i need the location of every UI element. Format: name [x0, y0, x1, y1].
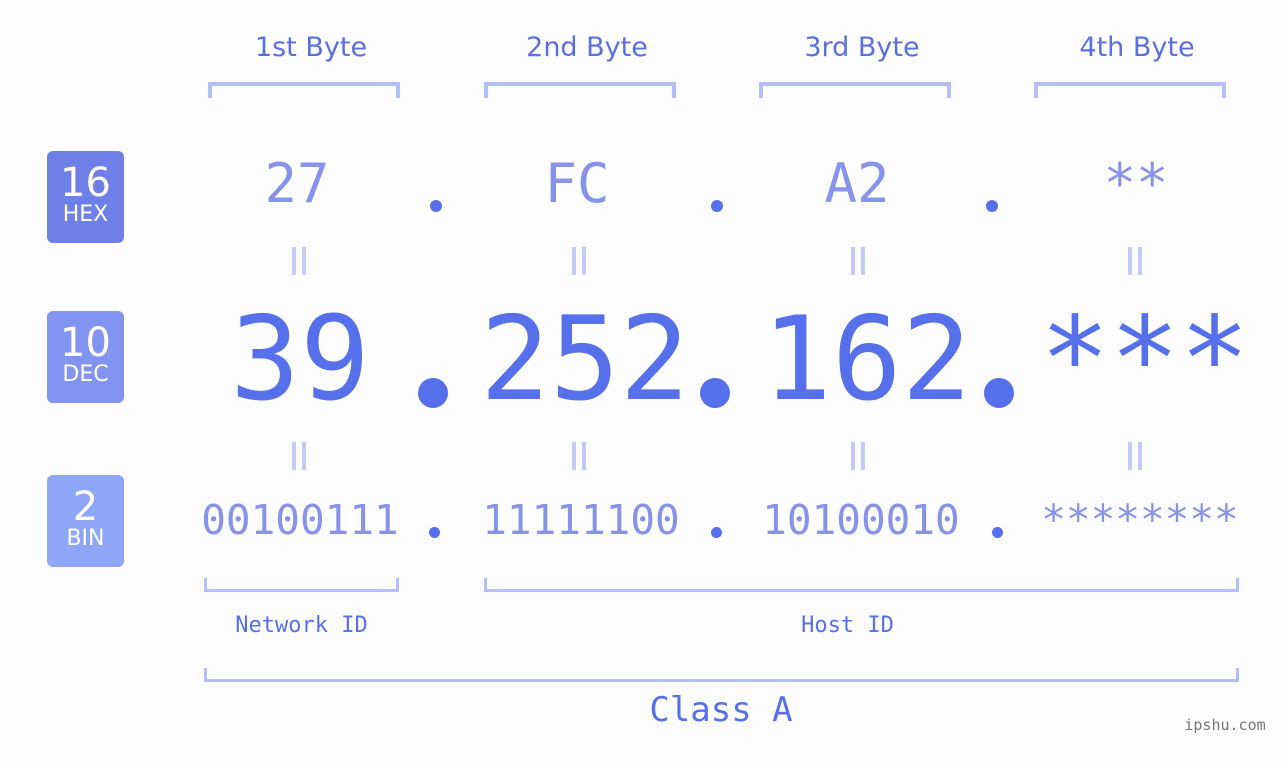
equals-icon	[292, 247, 306, 275]
byte-bracket-3	[759, 82, 951, 98]
watermark: ipshu.com	[1184, 716, 1266, 734]
dec-badge-number: 10	[60, 320, 111, 366]
equals-icon	[851, 247, 865, 275]
hex-separator-dot	[711, 200, 723, 212]
dec-value-2: 252	[480, 292, 690, 427]
dec-value-3: 162	[762, 292, 972, 427]
bin-value-2: 11111100	[482, 496, 680, 544]
bin-separator-dot	[429, 527, 440, 538]
bin-separator-dot	[992, 527, 1003, 538]
equals-icon	[292, 442, 306, 470]
byte-header-2: 2nd Byte	[526, 32, 648, 63]
equals-icon	[1128, 247, 1142, 275]
bin-value-1: 00100111	[201, 496, 399, 544]
network-id-label: Network ID	[235, 613, 368, 638]
byte-header-4: 4th Byte	[1079, 32, 1195, 63]
bin-separator-dot	[711, 527, 722, 538]
class-bracket	[204, 668, 1239, 682]
hex-separator-dot	[986, 200, 998, 212]
bin-badge-number: 2	[72, 484, 99, 530]
dec-value-1: 39	[230, 292, 370, 427]
dec-badge: 10 DEC	[47, 311, 124, 403]
bin-value-4: ********	[1041, 496, 1239, 544]
hex-value-3: A2	[824, 152, 890, 215]
bin-badge: 2 BIN	[47, 475, 124, 567]
host-id-bracket	[484, 578, 1239, 592]
class-label: Class A	[649, 690, 793, 730]
byte-bracket-4	[1034, 82, 1226, 98]
hex-separator-dot	[430, 200, 442, 212]
network-id-bracket	[204, 578, 399, 592]
dec-value-4: ***	[1040, 292, 1250, 427]
equals-icon	[572, 442, 586, 470]
hex-badge-label: HEX	[62, 202, 109, 227]
hex-badge-number: 16	[60, 160, 111, 206]
bin-value-3: 10100010	[762, 496, 960, 544]
byte-header-3: 3rd Byte	[804, 32, 920, 63]
dec-separator-dot	[700, 378, 730, 408]
hex-value-4: **	[1103, 152, 1169, 215]
dec-separator-dot	[418, 378, 448, 408]
dec-separator-dot	[984, 378, 1014, 408]
byte-header-1: 1st Byte	[254, 32, 368, 63]
bin-badge-label: BIN	[66, 526, 105, 551]
hex-value-2: FC	[544, 152, 610, 215]
hex-value-1: 27	[264, 152, 330, 215]
byte-bracket-2	[484, 82, 676, 98]
equals-icon	[572, 247, 586, 275]
byte-bracket-1	[208, 82, 400, 98]
hex-badge: 16 HEX	[47, 151, 124, 243]
equals-icon	[1128, 442, 1142, 470]
equals-icon	[851, 442, 865, 470]
host-id-label: Host ID	[801, 613, 894, 638]
dec-badge-label: DEC	[62, 362, 109, 387]
